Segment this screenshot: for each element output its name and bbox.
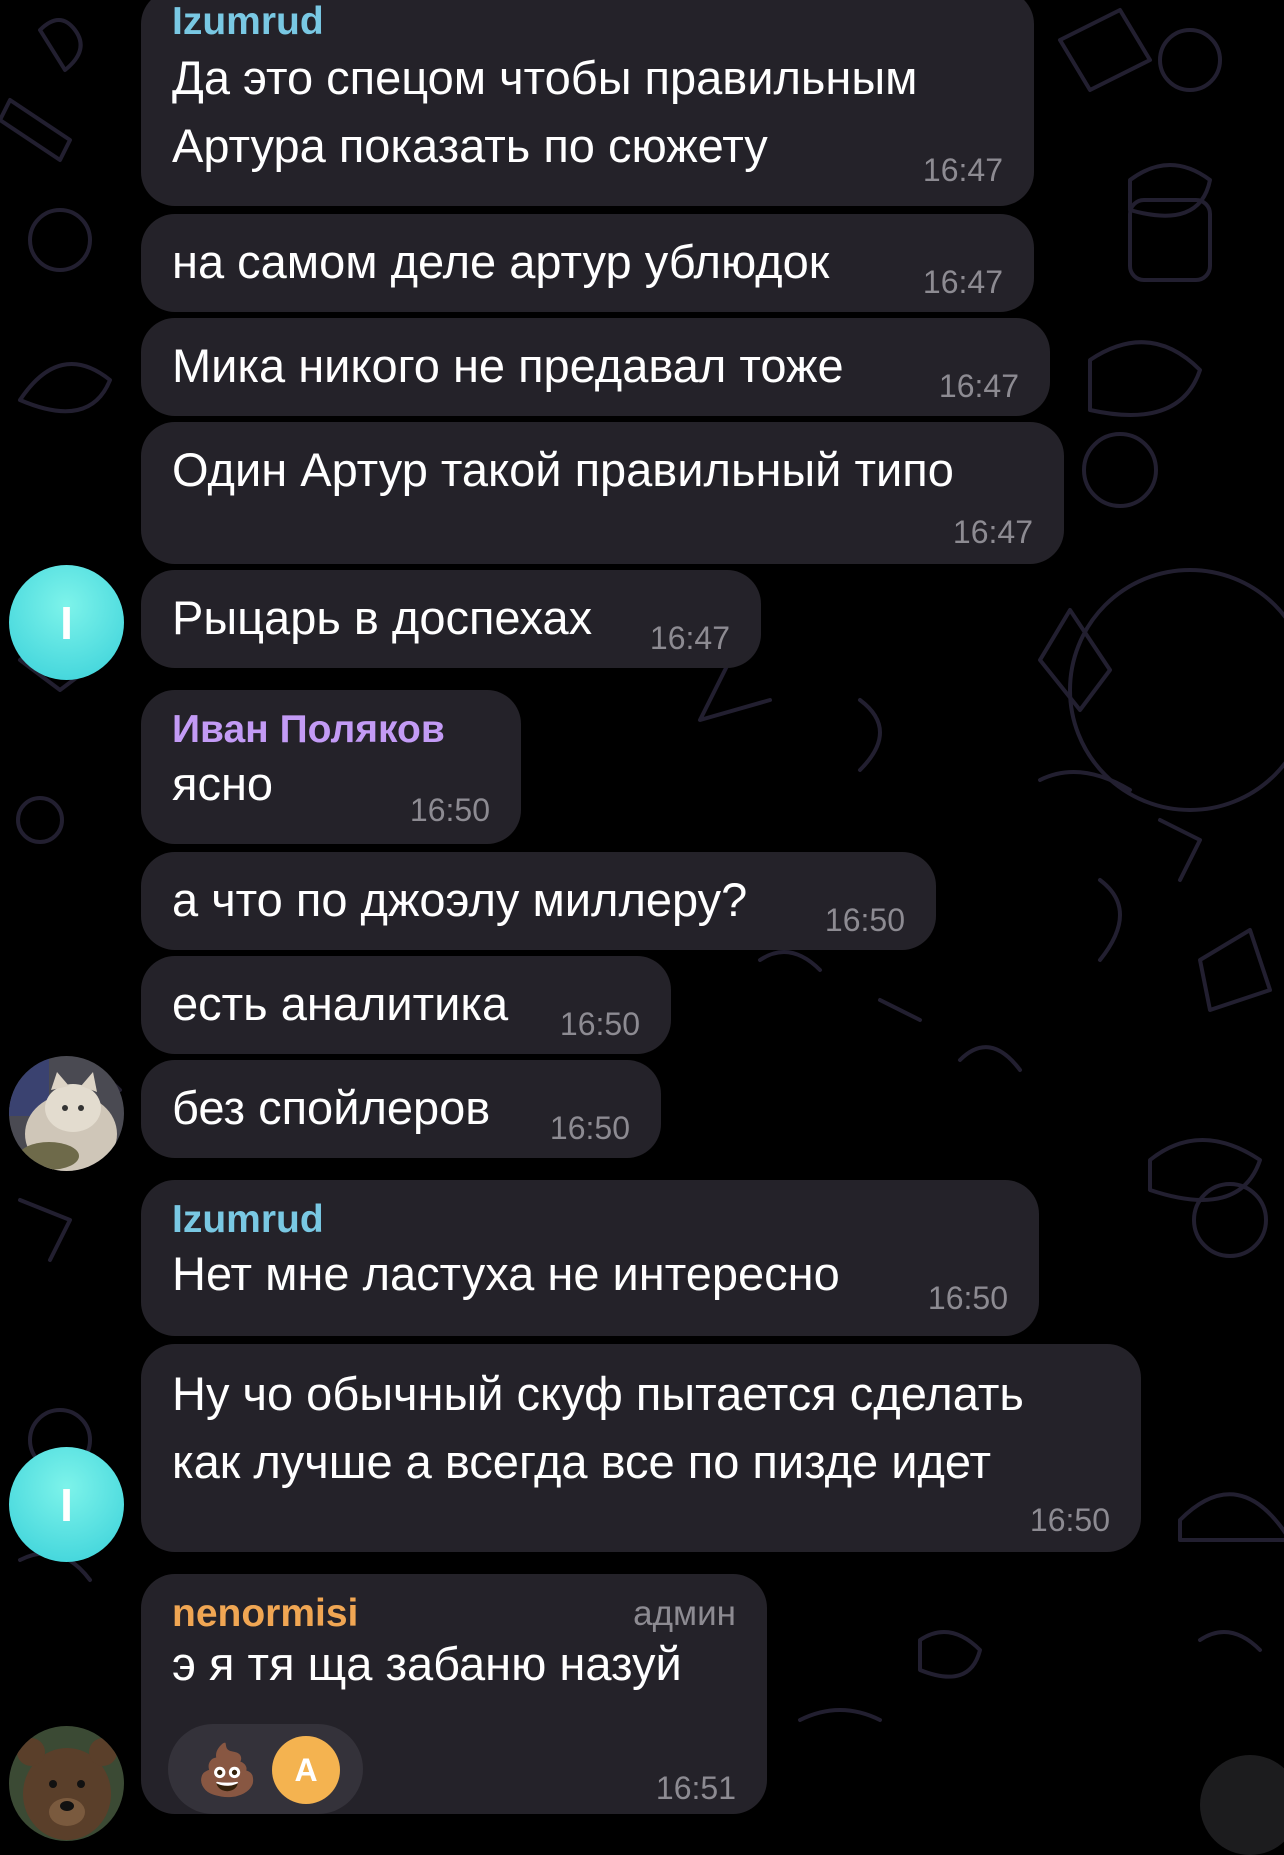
message-text: а что по джоэлу миллеру? xyxy=(172,873,748,926)
message-text: как лучше а всегда все по пизде идет xyxy=(172,1435,992,1488)
message-text: э я тя ща забаню назуй xyxy=(172,1637,682,1690)
message-text: Рыцарь в доспехах xyxy=(172,591,593,644)
message-text: Один Артур такой правильный типо xyxy=(172,443,954,496)
message-time: 16:51 xyxy=(655,1770,736,1806)
message-time: 16:50 xyxy=(927,1280,1008,1316)
message-time: 16:50 xyxy=(549,1110,630,1146)
message-bubble[interactable]: nenormisi админ э я тя ща забаню назуй 💩… xyxy=(141,1574,767,1814)
message-bubble[interactable]: без спойлеров 16:50 xyxy=(141,1060,661,1158)
message-time: 16:47 xyxy=(649,620,730,656)
message-time: 16:47 xyxy=(922,264,1003,300)
message-text: на самом деле артур ублюдок xyxy=(172,235,830,288)
message-text: Ну чо обычный скуф пытается сделать xyxy=(172,1367,1024,1420)
message-time: 16:47 xyxy=(952,514,1033,550)
reaction-button[interactable]: 💩 A xyxy=(168,1724,363,1814)
message-bubble[interactable]: на самом деле артур ублюдок 16:47 xyxy=(141,214,1034,312)
bear-photo-icon[interactable] xyxy=(9,1726,124,1841)
message-bubble[interactable]: а что по джоэлу миллеру? 16:50 xyxy=(141,852,936,950)
message-text: без спойлеров xyxy=(172,1081,491,1134)
sender-name[interactable]: Izumrud xyxy=(172,0,324,44)
message-bubble[interactable]: Один Артур такой правильный типо 16:47 xyxy=(141,422,1064,564)
message-time: 16:50 xyxy=(559,1006,640,1042)
message-bubble[interactable]: Izumrud Да это спецом чтобы правильным А… xyxy=(141,0,1034,206)
message-time: 16:47 xyxy=(922,152,1003,188)
admin-badge: админ xyxy=(633,1594,736,1633)
message-time: 16:50 xyxy=(409,792,490,828)
message-bubble[interactable]: Мика никого не предавал тоже 16:47 xyxy=(141,318,1050,416)
sender-name[interactable]: Иван Поляков xyxy=(172,708,445,752)
message-bubble[interactable]: Izumrud Нет мне ластуха не интересно 16:… xyxy=(141,1180,1039,1336)
message-bubble[interactable]: Ну чо обычный скуф пытается сделать как … xyxy=(141,1344,1141,1552)
message-text: Артура показать по сюжету xyxy=(172,119,768,172)
chat-messages[interactable]: Izumrud Да это спецом чтобы правильным А… xyxy=(0,0,1284,1855)
message-text: есть аналитика xyxy=(172,977,509,1030)
user-avatar[interactable]: I xyxy=(9,565,124,680)
message-bubble[interactable]: Иван Поляков ясно 16:50 xyxy=(141,690,521,844)
poop-emoji-icon: 💩 xyxy=(196,1742,259,1798)
user-avatar[interactable]: I xyxy=(9,1447,124,1562)
message-text: Нет мне ластуха не интересно xyxy=(172,1247,840,1300)
message-time: 16:50 xyxy=(1029,1502,1110,1538)
message-time: 16:50 xyxy=(824,902,905,938)
message-text: Мика никого не предавал тоже xyxy=(172,339,844,392)
message-bubble[interactable]: есть аналитика 16:50 xyxy=(141,956,671,1054)
scroll-down-button[interactable] xyxy=(1200,1755,1284,1855)
cat-photo-icon[interactable] xyxy=(9,1056,124,1171)
reactor-avatar: A xyxy=(272,1736,340,1804)
message-bubble[interactable]: Рыцарь в доспехах 16:47 xyxy=(141,570,761,668)
message-text: Да это спецом чтобы правильным xyxy=(172,51,918,104)
message-text: ясно xyxy=(172,757,274,810)
message-time: 16:47 xyxy=(938,368,1019,404)
sender-name[interactable]: Izumrud xyxy=(172,1198,324,1242)
